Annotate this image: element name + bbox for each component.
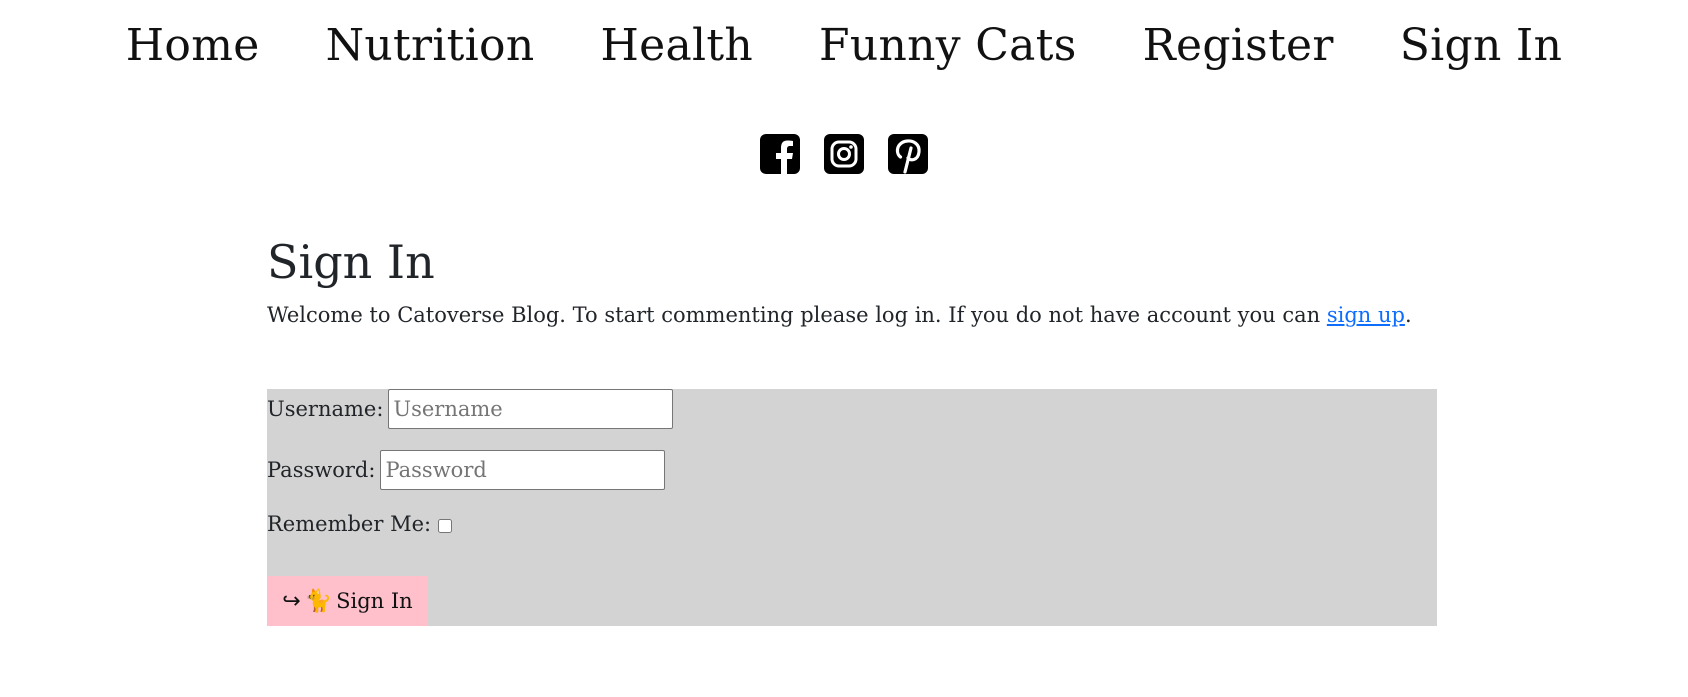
nav-health[interactable]: Health [600, 24, 753, 68]
instagram-icon[interactable] [824, 134, 864, 174]
sign-in-arrow-icon: ↪ [282, 588, 301, 614]
intro-end: . [1404, 303, 1412, 328]
intro-text: Welcome to Catoverse Blog. To start comm… [267, 303, 1327, 328]
remember-label: Remember Me: [267, 512, 432, 536]
nav-nutrition[interactable]: Nutrition [326, 24, 535, 68]
remember-row: Remember Me: [267, 509, 453, 539]
username-input[interactable] [388, 389, 674, 429]
intro-paragraph: Welcome to Catoverse Blog. To start comm… [267, 302, 1437, 329]
nav-register[interactable]: Register [1143, 24, 1334, 68]
login-form: Username: Password: Remember Me: ↪ 🐈 Sig… [267, 389, 1437, 626]
cat-icon: 🐈 [304, 588, 333, 614]
page-title: Sign In [267, 235, 435, 289]
nav-sign-in[interactable]: Sign In [1400, 24, 1563, 68]
remember-checkbox[interactable] [438, 519, 453, 533]
nav-home[interactable]: Home [126, 24, 260, 68]
pinterest-icon[interactable] [888, 134, 928, 174]
main-nav: Home Nutrition Health Funny Cats Registe… [0, 0, 1688, 92]
password-label: Password: [267, 458, 376, 482]
facebook-icon[interactable] [760, 134, 800, 174]
password-input[interactable] [380, 450, 666, 490]
sign-in-section: Sign In Welcome to Catoverse Blog. To st… [267, 235, 1437, 626]
social-links [0, 134, 1688, 174]
username-row: Username: [267, 389, 674, 429]
username-label: Username: [267, 397, 384, 421]
password-row: Password: [267, 450, 666, 490]
sign-in-button-label: Sign In [336, 589, 413, 613]
nav-funny-cats[interactable]: Funny Cats [819, 24, 1077, 68]
sign-up-link[interactable]: sign up [1327, 303, 1405, 327]
sign-in-button[interactable]: ↪ 🐈 Sign In [267, 576, 428, 626]
